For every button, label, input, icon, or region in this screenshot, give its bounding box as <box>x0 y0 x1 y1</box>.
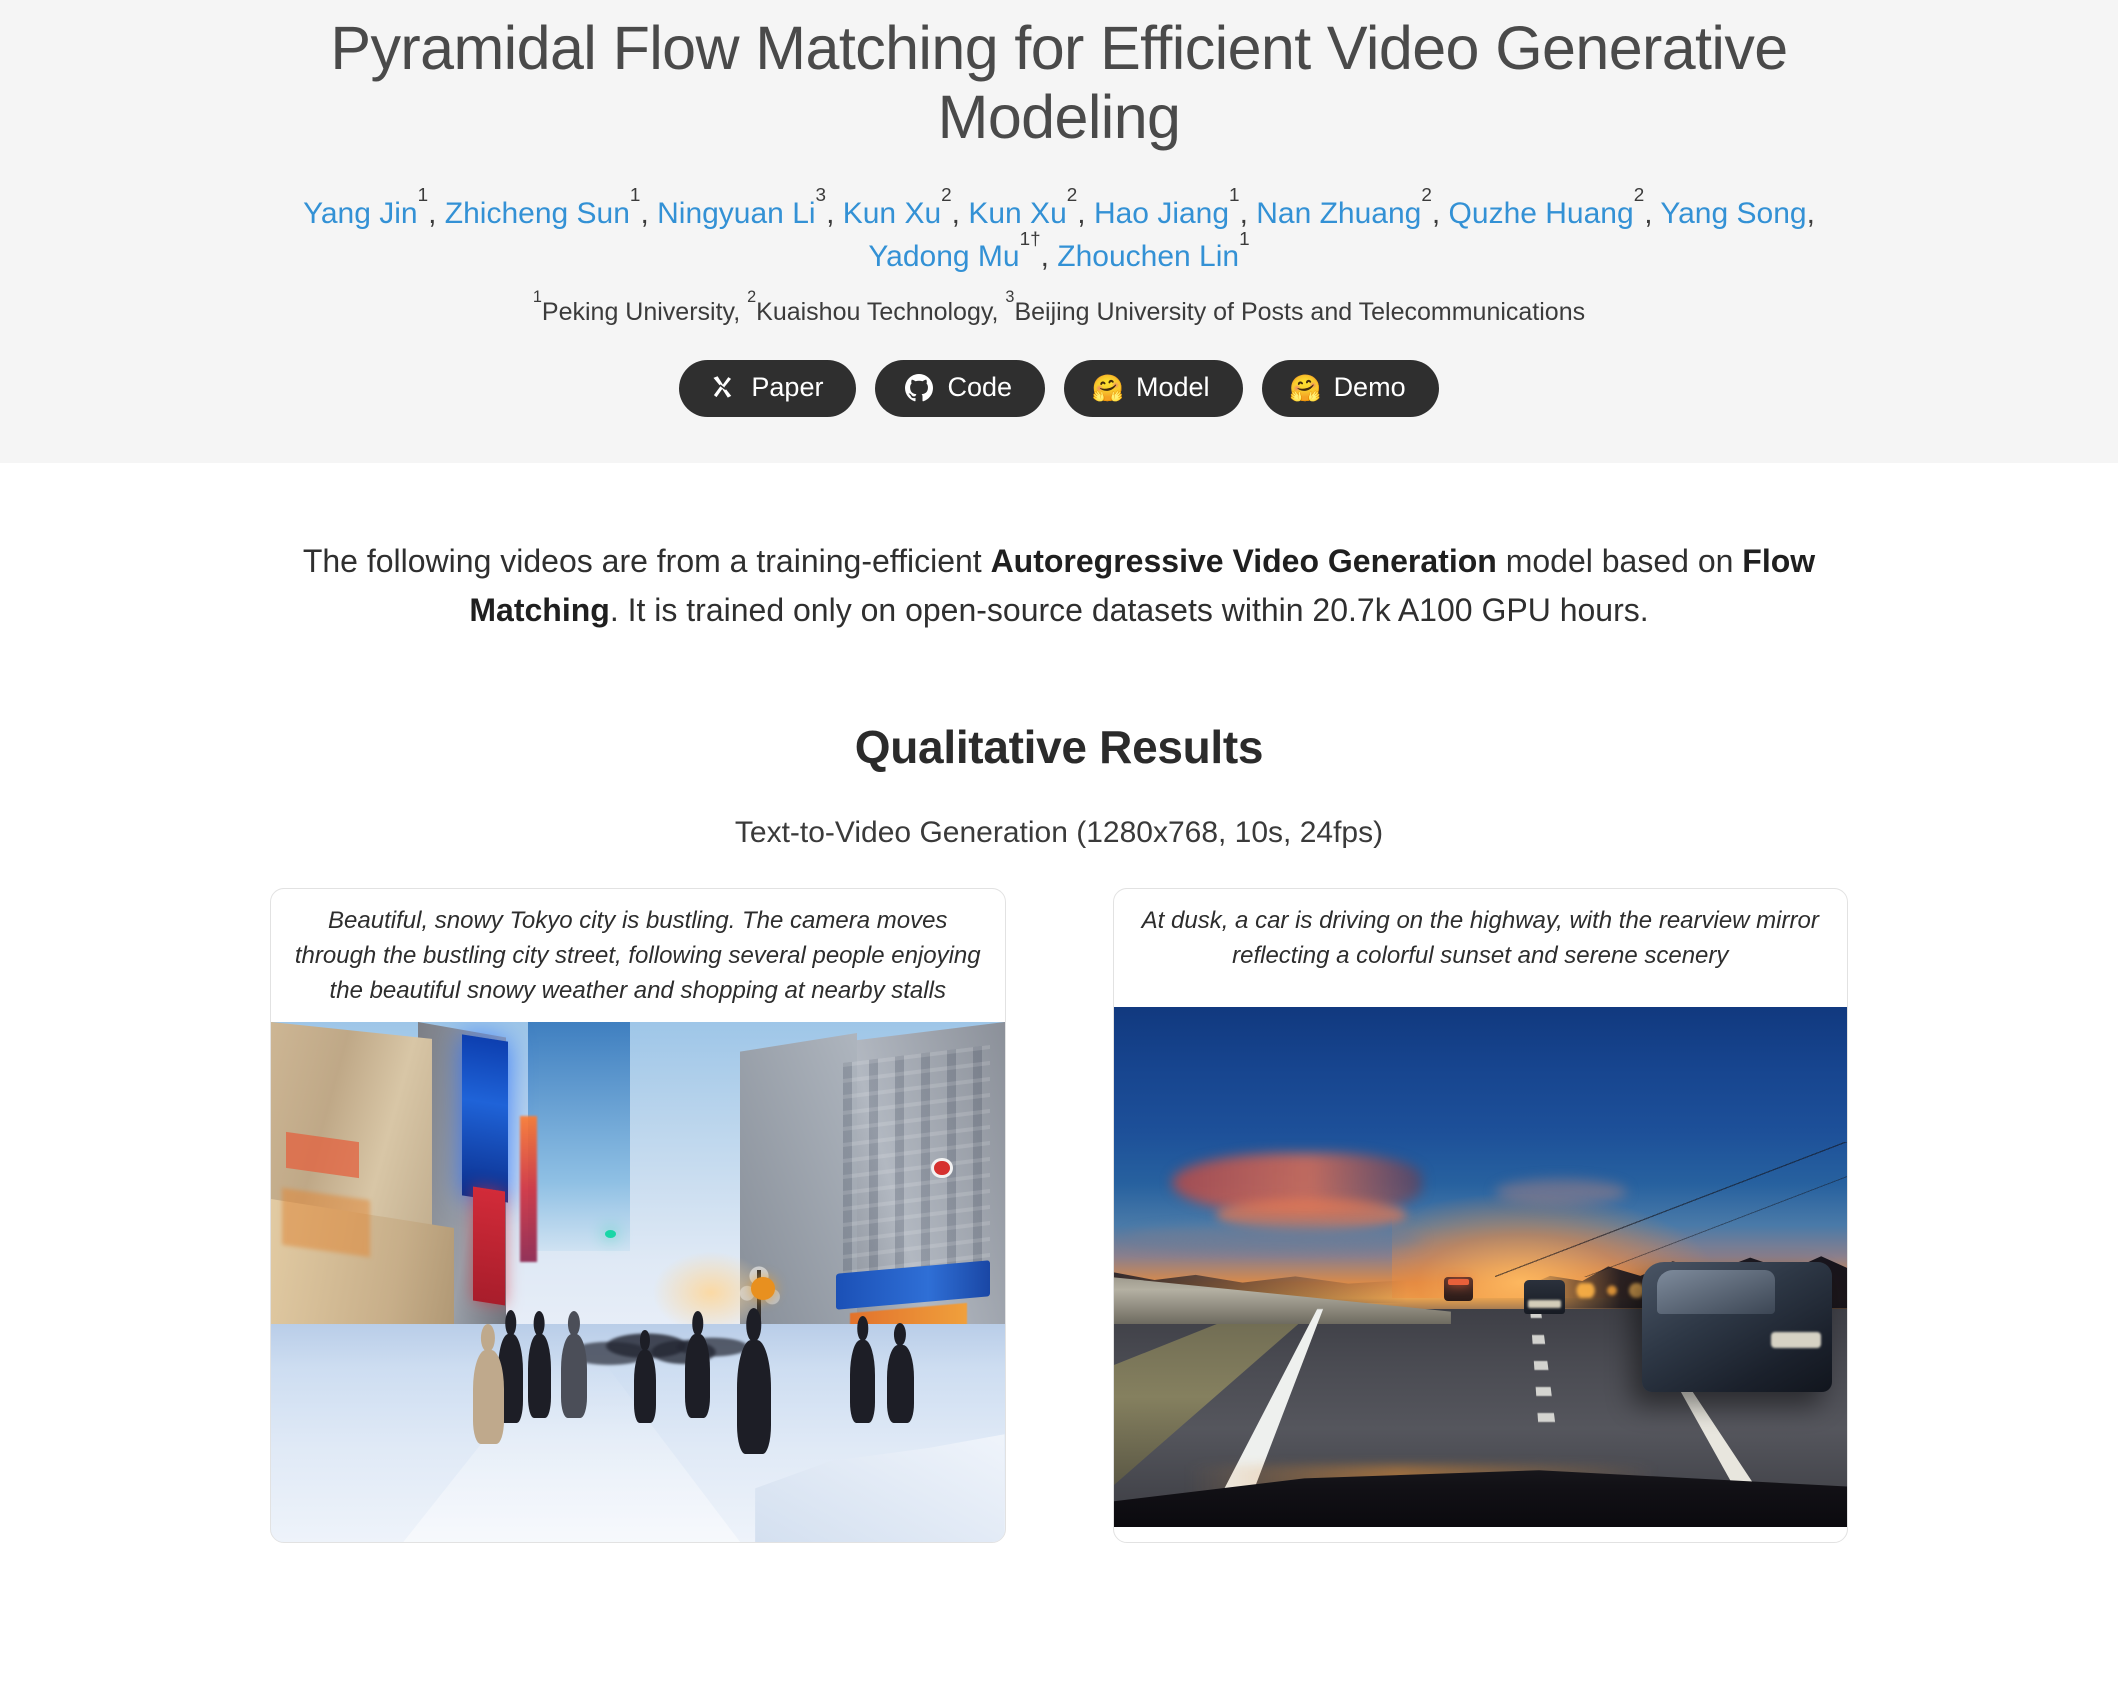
affiliation-list: 1Peking University, 2Kuaishou Technology… <box>532 288 1586 326</box>
affiliation-name: Beijing University of Posts and Telecomm… <box>1014 297 1586 326</box>
hugging-face-icon: 🤗 <box>1091 372 1125 403</box>
page-header: Pyramidal Flow Matching for Efficient Vi… <box>0 0 2118 463</box>
code-button-label: Code <box>947 372 1013 403</box>
demo-button-label: Demo <box>1333 372 1406 403</box>
model-button[interactable]: 🤗 Model <box>1064 359 1243 417</box>
author-link[interactable]: Kun Xu <box>843 197 941 230</box>
intro-bold-1: Autoregressive Video Generation <box>990 542 1497 579</box>
affiliation-marker: 1 <box>532 288 542 307</box>
author-link[interactable]: Nan Zhuang <box>1256 197 1421 230</box>
author-affiliation-marker: 1 <box>1239 228 1250 250</box>
main-content: The following videos are from a training… <box>0 462 2118 1560</box>
author-link[interactable]: Ningyuan Li <box>657 197 815 230</box>
page-title: Pyramidal Flow Matching for Efficient Vi… <box>330 14 1788 151</box>
paper-button[interactable]: Paper <box>679 359 857 417</box>
video-caption: Beautiful, snowy Tokyo city is bustling.… <box>294 907 981 1004</box>
intro-part-2: model based on <box>1496 542 1743 579</box>
author-affiliation-marker: 2 <box>1633 185 1645 207</box>
author-link[interactable]: Kun Xu <box>968 197 1066 230</box>
video-card[interactable]: At dusk, a car is driving on the highway… <box>1112 888 1848 1544</box>
hugging-face-icon: 🤗 <box>1289 372 1322 403</box>
intro-part-1: The following videos are from a training… <box>302 542 991 579</box>
author-list: Yang Jin1, Zhicheng Sun1, Ningyuan Li3, … <box>259 187 1859 330</box>
affiliation-marker: 3 <box>1005 288 1015 307</box>
author-link[interactable]: Yadong Mu <box>868 240 1019 273</box>
intro-part-3: . It is trained only on open-source data… <box>609 592 1649 629</box>
author-affiliation-marker: 1† <box>1019 228 1041 250</box>
author-affiliation-marker: 2 <box>1066 185 1078 207</box>
section-subtitle: Text-to-Video Generation (1280x768, 10s,… <box>734 816 1384 850</box>
section-title: Qualitative Results <box>854 721 1264 774</box>
author-link[interactable]: Quzhe Huang <box>1449 197 1634 230</box>
hugging-face-emoji: 🤗 <box>1289 372 1322 403</box>
author-affiliation-marker: 1 <box>629 185 641 207</box>
author-link[interactable]: Zhicheng Sun <box>445 197 630 230</box>
author-affiliation-marker: 3 <box>815 185 827 207</box>
author-affiliation-marker: 1 <box>417 185 429 207</box>
video-thumbnail-highway-dusk[interactable] <box>1113 1007 1847 1528</box>
video-card[interactable]: Beautiful, snowy Tokyo city is bustling.… <box>270 888 1006 1544</box>
author-affiliation-marker: 2 <box>941 185 952 207</box>
video-thumbnail-snowy-tokyo[interactable] <box>271 1022 1005 1543</box>
author-affiliation-marker: 2 <box>1421 185 1432 207</box>
hugging-face-emoji: 🤗 <box>1091 372 1125 403</box>
model-button-label: Model <box>1136 372 1210 403</box>
author-link[interactable]: Yang Jin <box>303 197 418 230</box>
author-link[interactable]: Yang Song <box>1660 197 1806 230</box>
link-button-row: Paper Code 🤗 Model 🤗 Demo <box>239 359 1879 417</box>
affiliation-name: Peking University <box>541 297 734 326</box>
video-caption: At dusk, a car is driving on the highway… <box>1141 907 1819 969</box>
author-link[interactable]: Zhouchen Lin <box>1057 240 1239 273</box>
affiliation-name: Kuaishou Technology <box>756 297 992 326</box>
affiliation-marker: 2 <box>747 288 757 307</box>
code-button[interactable]: Code <box>875 359 1046 417</box>
intro-paragraph: The following videos are from a training… <box>209 537 1909 636</box>
arxiv-icon <box>708 373 738 403</box>
author-link[interactable]: Hao Jiang <box>1094 197 1229 230</box>
paper-button-label: Paper <box>751 372 824 403</box>
author-affiliation-marker: 1 <box>1229 185 1240 207</box>
demo-button[interactable]: 🤗 Demo <box>1261 359 1439 417</box>
video-grid: Beautiful, snowy Tokyo city is bustling.… <box>0 872 2118 1559</box>
github-icon <box>904 373 934 403</box>
